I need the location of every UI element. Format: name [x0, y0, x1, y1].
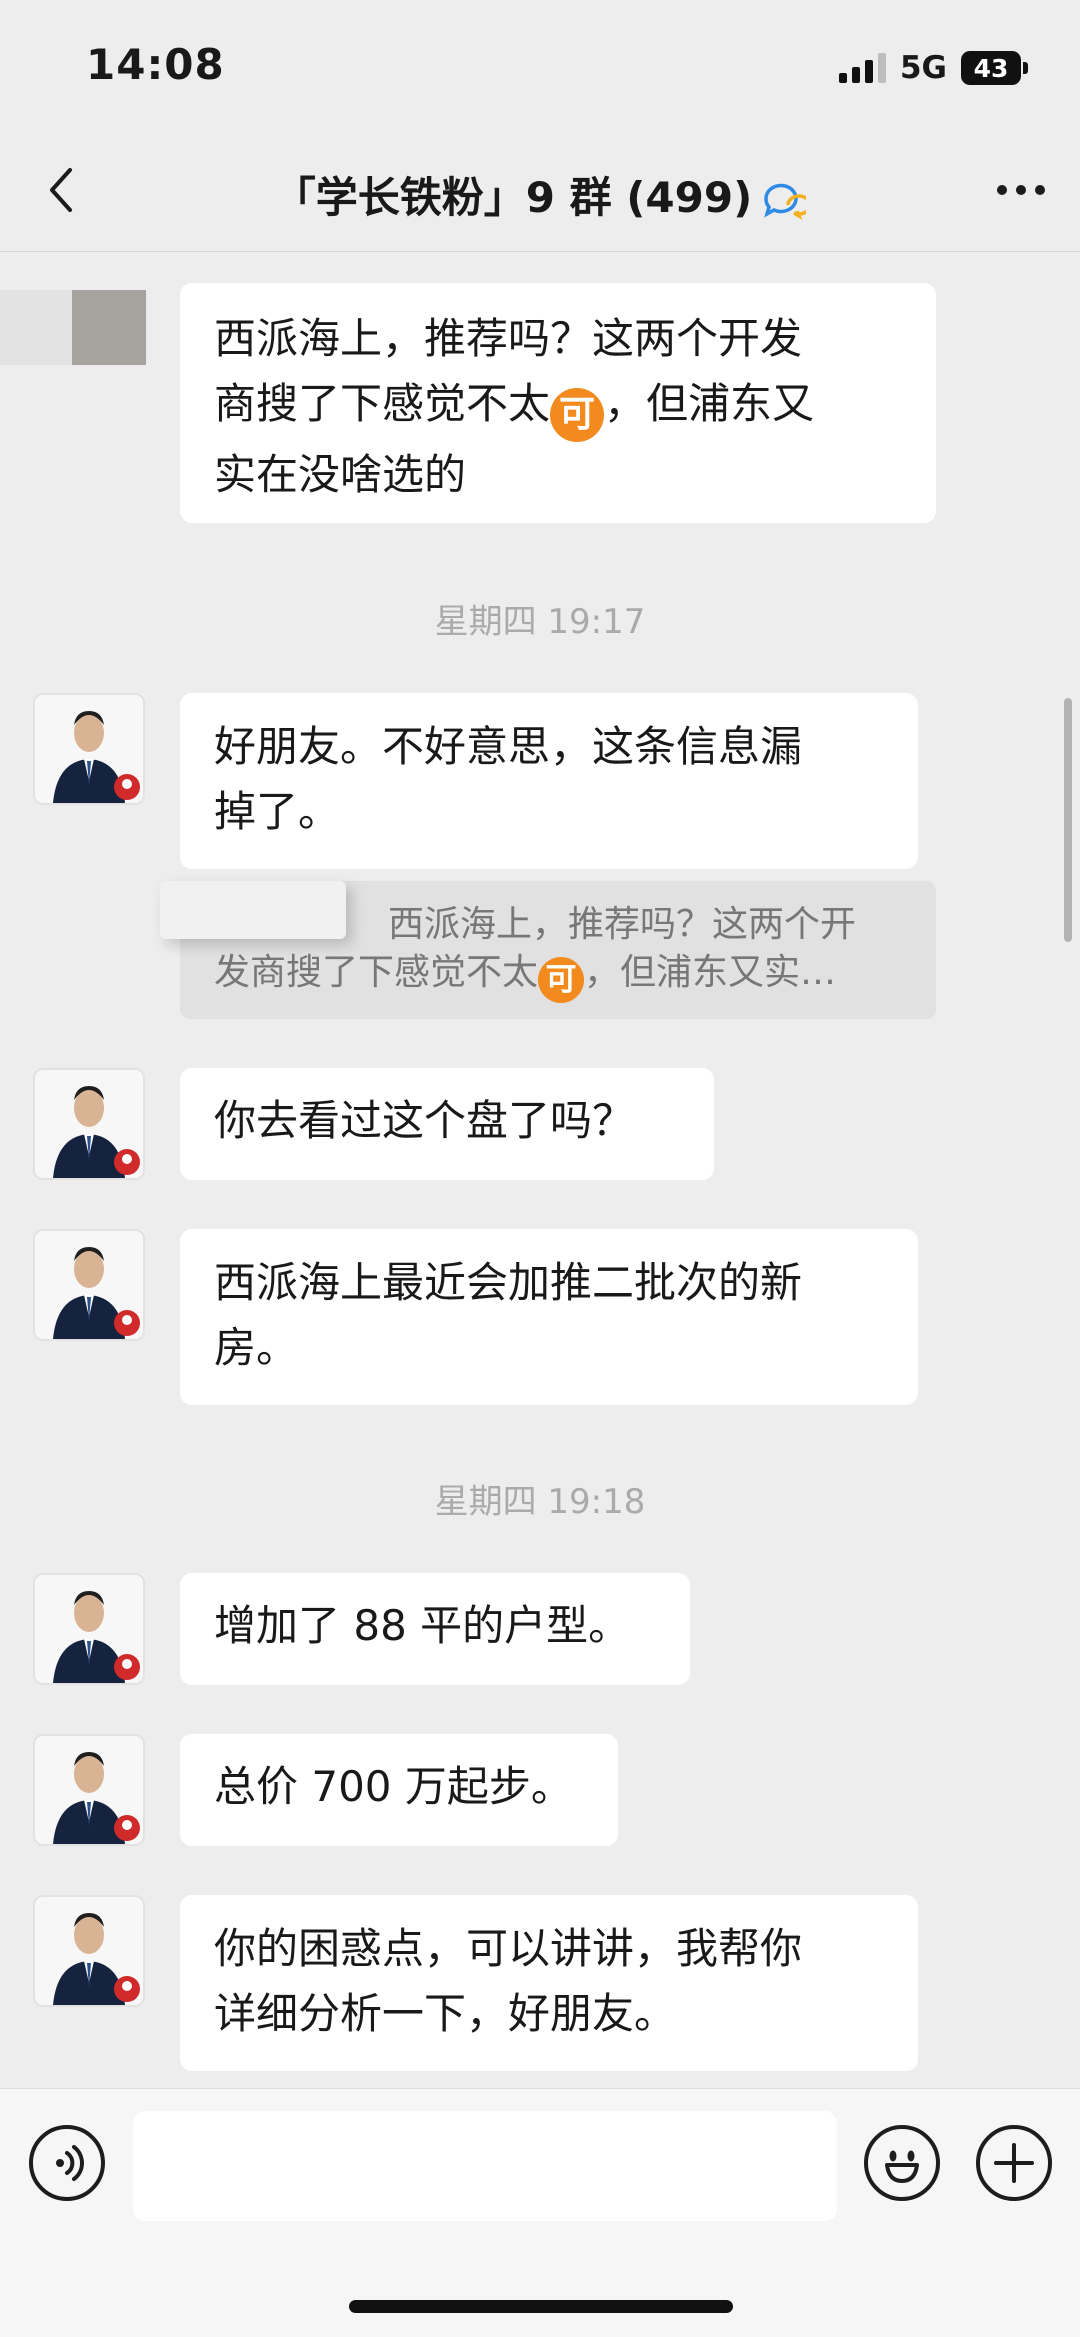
- emoji-icon[interactable]: [864, 2125, 940, 2201]
- avatar-partial[interactable]: [0, 290, 146, 365]
- plus-icon[interactable]: [976, 2125, 1052, 2201]
- avatar[interactable]: [33, 1895, 145, 2007]
- more-dots-icon[interactable]: [986, 162, 1056, 218]
- message-bubble[interactable]: 你去看过这个盘了吗？: [180, 1068, 714, 1180]
- message-bubble[interactable]: 增加了 88 平的户型。: [180, 1573, 690, 1685]
- message-bubble[interactable]: 你的困惑点，可以讲讲，我帮你 详细分析一下，好朋友。: [180, 1895, 918, 2071]
- chat-title-wrap[interactable]: 「学长铁粉」9 群 (499): [0, 164, 1080, 225]
- avatar[interactable]: [33, 1734, 145, 1846]
- quoted-message[interactable]: 西派海上，推荐吗？这两个开 发商搜了下感觉不太可，但浦东又实…: [160, 881, 936, 1019]
- message-bubble[interactable]: 总价 700 万起步。: [180, 1734, 618, 1846]
- voice-icon[interactable]: [29, 2125, 105, 2201]
- chat-header: 「学长铁粉」9 群 (499): [0, 130, 1080, 252]
- scrollbar[interactable]: [1064, 698, 1072, 942]
- signal-icon: [838, 53, 886, 83]
- message-input[interactable]: [133, 2111, 837, 2221]
- group-chat-badge-icon: [764, 183, 807, 220]
- status-indicators: 5G 43: [838, 48, 1028, 88]
- avatar[interactable]: [33, 1068, 145, 1180]
- battery-level: 43: [961, 51, 1021, 85]
- home-indicator[interactable]: [349, 2300, 733, 2313]
- message-bubble[interactable]: 西派海上最近会加推二批次的新 房。: [180, 1229, 918, 1405]
- status-time: 14:08: [86, 40, 225, 89]
- avatar[interactable]: [33, 1229, 145, 1341]
- chat-title: 「学长铁粉」9 群 (499): [273, 173, 753, 222]
- status-bar: 14:08 5G 43: [0, 0, 1080, 130]
- quoted-sender-blurred: [160, 881, 346, 939]
- avatar[interactable]: [33, 1573, 145, 1685]
- network-type: 5G: [899, 50, 947, 86]
- message-bubble[interactable]: 好朋友。不好意思，这条信息漏 掉了。: [180, 693, 918, 869]
- emoji-ke-icon: 可: [550, 388, 605, 442]
- emoji-ke-icon: 可: [538, 957, 585, 1003]
- timestamp: 星期四 19:18: [434, 1482, 646, 1522]
- timestamp: 星期四 19:17: [434, 602, 646, 642]
- message-bubble[interactable]: 西派海上，推荐吗？这两个开发 商搜了下感觉不太可，但浦东又 实在没啥选的: [180, 283, 936, 523]
- battery-icon: 43: [961, 51, 1028, 85]
- avatar[interactable]: [33, 693, 145, 805]
